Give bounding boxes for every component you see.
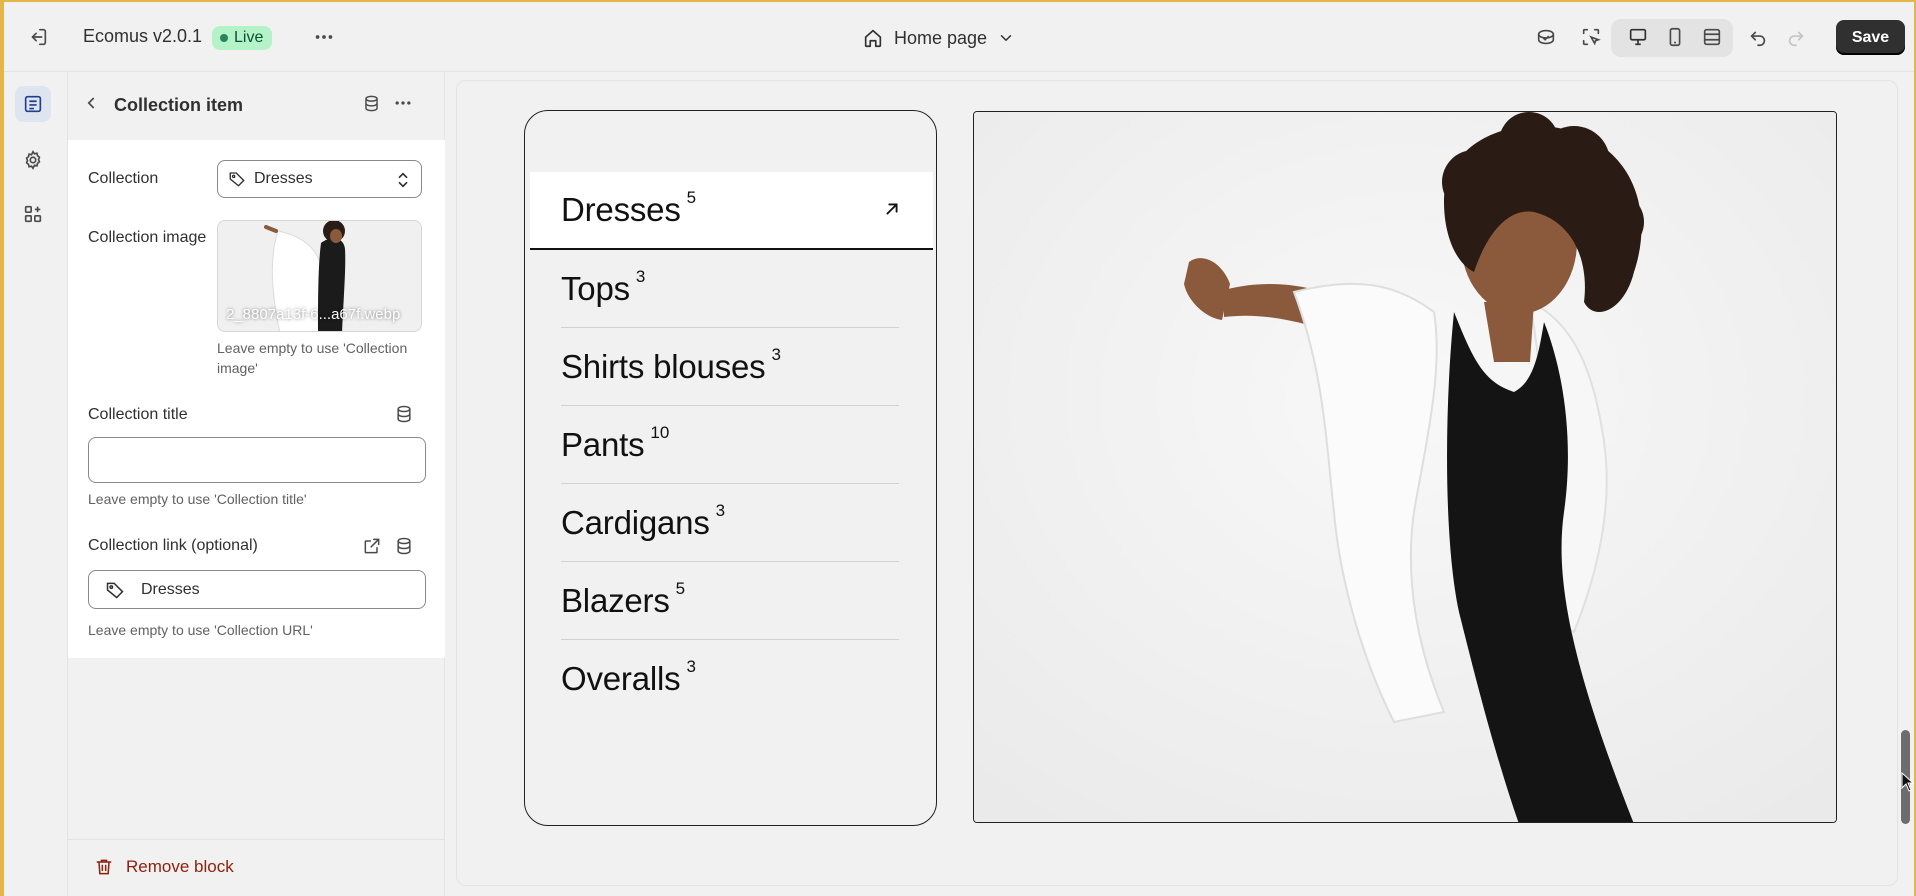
desktop-view-icon[interactable] [1620,19,1656,55]
remove-block-button[interactable]: Remove block [94,857,234,877]
tag-icon [106,582,124,599]
collection-image-help: Leave empty to use 'Collection image' [217,340,408,376]
page-selector-label: Home page [894,27,988,48]
collection-select-value: Dresses [254,170,313,187]
collection-count: 3 [771,344,781,364]
database-icon[interactable] [394,536,414,556]
mobile-view-icon[interactable] [1657,19,1693,55]
remove-block-label: Remove block [126,857,234,876]
collection-image-filename: 2_8807a13f-6...a67f.webp [226,306,401,323]
redo-icon[interactable] [1778,19,1814,55]
collection-count: 10 [650,422,670,442]
collection-name: Blazers [561,581,670,619]
page-selector[interactable]: Home page [862,24,1015,52]
collection-item-dresses[interactable]: Dresses 5 [530,172,933,250]
block-settings: Collection Dresses Collection image 2_88… [68,140,445,658]
collection-name: Tops [561,269,630,307]
external-link-icon[interactable] [362,536,382,556]
exit-icon[interactable] [20,19,56,55]
fullscreen-icon[interactable] [1694,19,1730,55]
collection-item-tops[interactable]: Tops 3 [561,250,899,328]
tag-icon [229,172,245,187]
collection-count: 3 [715,500,726,520]
save-button[interactable]: Save [1836,20,1905,55]
collection-item-overalls[interactable]: Overalls 3 [561,640,899,718]
collection-list: Dresses 5 Tops 3 Shirts blouses 3 Pants … [524,110,937,826]
editor-rail [4,72,68,896]
collection-name: Cardigans [561,503,710,541]
collection-name: Dresses [561,191,681,228]
collection-name: Pants [561,425,645,463]
gear-icon[interactable] [15,142,51,178]
undo-icon[interactable] [1740,19,1776,55]
collection-title-input[interactable] [88,437,426,483]
customer-privacy-icon[interactable] [1528,19,1564,55]
theme-editor: Ecomus v2.0.1 Live Home page Save Collec… [4,2,1914,896]
sections-icon[interactable] [15,86,51,122]
collection-name: Shirts blouses [561,347,766,385]
collection-title-label: Collection title [88,406,188,423]
database-icon[interactable] [394,404,414,424]
collection-image-picker[interactable]: 2_8807a13f-6...a67f.webp [217,220,422,332]
panel-header: Collection item [68,72,445,140]
top-bar: Ecomus v2.0.1 Live Home page Save [4,2,1914,72]
collection-name: Overalls [561,660,681,697]
chevron-left-icon[interactable] [76,88,106,118]
collection-link-value: Dresses [141,580,200,598]
collection-item-blazers[interactable]: Blazers 5 [561,562,899,640]
trash-icon [96,859,112,875]
mouse-cursor-icon [1901,772,1914,792]
collection-item-shirts-blouses[interactable]: Shirts blouses 3 [561,328,899,406]
collection-item-cardigans[interactable]: Cardigans 3 [561,484,899,562]
panel-footer: Remove block [68,839,445,896]
home-icon [864,29,882,48]
more-horizontal-icon[interactable] [306,19,342,55]
status-badge-label: Live [234,29,264,46]
chevron-down-icon [1000,35,1012,42]
status-badge: Live [212,26,273,50]
collection-link-label: Collection link (optional) [88,537,258,554]
app-name: Ecomus v2.0.1 [83,26,203,46]
select-arrows-icon [398,172,408,188]
arrow-up-right-icon [886,203,898,215]
collection-count: 5 [686,188,697,207]
inspector-icon[interactable] [1573,19,1609,55]
collection-select[interactable]: Dresses [217,160,422,198]
live-dot-icon [220,34,228,42]
collection-count: 3 [635,266,646,286]
preview-frame: Dresses 5 Tops 3 Shirts blouses 3 Pants … [457,81,1897,885]
database-icon[interactable] [356,88,386,118]
collection-title-help: Leave empty to use 'Collection title' [88,491,307,507]
collection-item-pants[interactable]: Pants 10 [561,406,899,484]
collection-photo [974,112,1836,822]
collection-link-help: Leave empty to use 'Collection URL' [88,622,313,638]
collection-count: 3 [686,657,696,676]
collection-label: Collection [88,170,159,187]
preview-canvas: Dresses 5 Tops 3 Shirts blouses 3 Pants … [456,80,1898,886]
collection-link-input[interactable]: Dresses [88,570,426,609]
collection-count: 5 [675,578,686,598]
apps-icon[interactable] [15,196,51,232]
settings-panel: Collection item Collection Dresses Colle… [68,72,445,896]
more-horizontal-icon[interactable] [388,88,418,118]
collection-image-label: Collection image [88,229,207,246]
panel-title: Collection item [114,95,244,115]
collection-image [973,111,1837,823]
